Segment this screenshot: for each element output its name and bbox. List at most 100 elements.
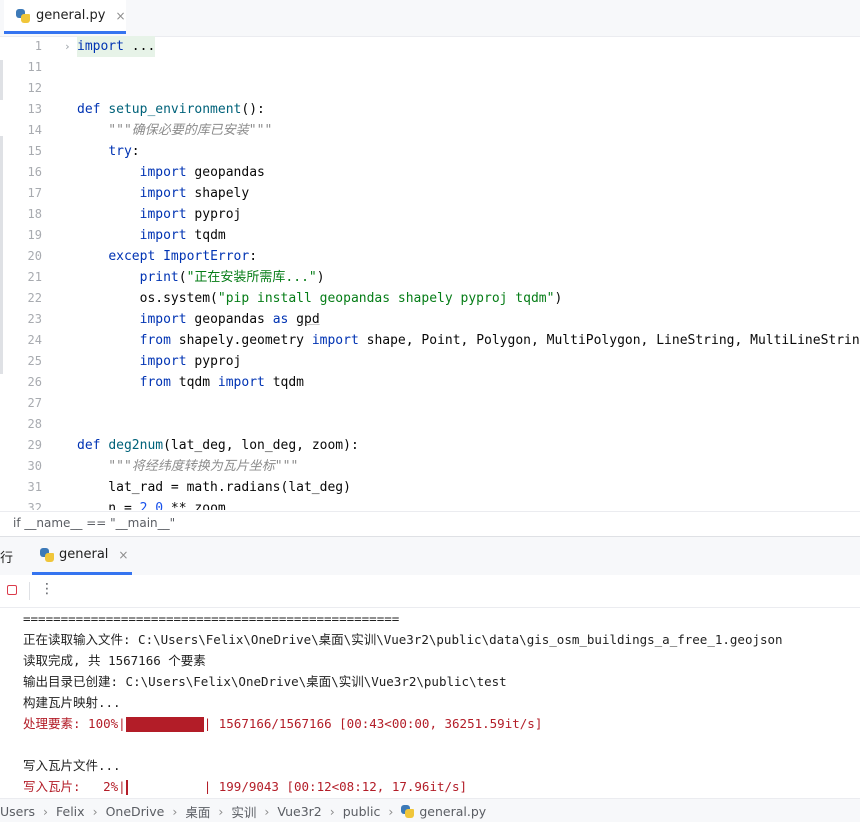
run-tool-window-header: 行 general ×	[0, 536, 860, 575]
console-line: 处理要素: 100%| | 1567166/1567166 [00:43<00:0…	[23, 713, 542, 734]
line-number: 17	[27, 186, 42, 200]
path-crumb[interactable]: Felix	[56, 804, 85, 819]
toolbar-divider	[29, 582, 30, 600]
line-number: 26	[27, 375, 42, 389]
line-number: 1	[34, 39, 42, 53]
line-number: 12	[27, 81, 42, 95]
code-breadcrumb-bar: if __name__ == "__main__"	[0, 511, 860, 536]
line-number: 16	[27, 165, 42, 179]
code-line[interactable]: 28	[0, 414, 860, 435]
code-line[interactable]: 22 os.system("pip install geopandas shap…	[0, 288, 860, 309]
console-line: 输出目录已创建: C:\Users\Felix\OneDrive\桌面\实训\V…	[23, 674, 507, 689]
breadcrumb-separator-icon: ›	[388, 804, 394, 819]
editor-tab-label: general.py	[36, 8, 106, 23]
code-line[interactable]: 23 import geopandas as gpd	[0, 309, 860, 330]
progress-bar-track	[128, 780, 204, 795]
code-line[interactable]: 32 n = 2.0 ** zoom	[0, 498, 860, 510]
console-line: 写入瓦片: 2%| | 199/9043 [00:12<08:12, 17.96i…	[23, 776, 467, 797]
line-number: 22	[27, 291, 42, 305]
console-line: 正在读取输入文件: C:\Users\Felix\OneDrive\桌面\实训\…	[23, 632, 783, 647]
console-line: 写入瓦片文件...	[23, 758, 121, 773]
code-line[interactable]: 17 import shapely	[0, 183, 860, 204]
code-text: print("正在安装所需库...")	[139, 270, 325, 285]
code-text: os.system("pip install geopandas shapely…	[77, 291, 563, 306]
line-number: 21	[27, 270, 42, 284]
code-editor[interactable]: 1 › import ... 11 12 13 def setup_environment(…	[0, 36, 860, 510]
breadcrumb-separator-icon: ›	[218, 804, 224, 819]
code-text: import geopandas	[139, 165, 265, 180]
breadcrumb-separator-icon: ›	[172, 804, 178, 819]
line-number: 30	[27, 459, 42, 473]
path-crumb[interactable]: 桌面	[185, 802, 210, 821]
progress-stats: | 1567166/1567166 [00:43<00:00, 36251.59…	[203, 716, 543, 731]
code-line[interactable]: 15 try:	[0, 141, 860, 162]
breadcrumb-separator-icon: ›	[329, 804, 335, 819]
editor-tab-bar: general.py ×	[0, 0, 860, 37]
path-crumb[interactable]: OneDrive	[106, 804, 165, 819]
code-text: import ...	[77, 36, 156, 57]
code-text: lat_rad = math.radians(lat_deg)	[77, 480, 351, 495]
code-line[interactable]: 11	[0, 57, 860, 78]
line-number: 15	[27, 144, 42, 158]
python-file-icon	[16, 8, 30, 23]
more-options-icon[interactable]: ⋮	[40, 581, 54, 597]
code-line[interactable]: 26 from tqdm import tqdm	[0, 372, 860, 393]
path-crumb[interactable]: general.py	[419, 804, 486, 819]
close-icon[interactable]: ×	[116, 9, 126, 23]
code-line[interactable]: 29 def deg2num(lat_deg, lon_deg, zoom):	[0, 435, 860, 456]
code-line[interactable]: 31 lat_rad = math.radians(lat_deg)	[0, 477, 860, 498]
code-line[interactable]: 24 from shapely.geometry import shape, P…	[0, 330, 860, 351]
code-line[interactable]: 25 import pyproj	[0, 351, 860, 372]
console-line: 读取完成, 共 1567166 个要素	[23, 653, 206, 668]
stop-icon[interactable]	[7, 585, 17, 595]
line-number: 11	[27, 60, 42, 74]
progress-label: 写入瓦片: 2%|	[23, 779, 126, 794]
line-number: 28	[27, 417, 42, 431]
code-text: try:	[108, 144, 140, 159]
breadcrumb-separator-icon: ›	[92, 804, 98, 819]
code-line[interactable]: 18 import pyproj	[0, 204, 860, 225]
code-line[interactable]: 20 except ImportError:	[0, 246, 860, 267]
line-number: 19	[27, 228, 42, 242]
path-crumb[interactable]: Vue3r2	[277, 804, 321, 819]
code-text: except ImportError:	[108, 249, 258, 264]
code-line[interactable]: 14 """确保必要的库已安装"""	[0, 120, 860, 141]
code-line[interactable]: 1 › import ...	[0, 36, 860, 57]
fold-chevron-icon[interactable]: ›	[64, 36, 71, 57]
breadcrumb-separator-icon: ›	[43, 804, 49, 819]
code-text: import shapely	[139, 186, 250, 201]
editor-tab-general-py[interactable]: general.py ×	[4, 0, 126, 34]
code-line[interactable]: 27	[0, 393, 860, 414]
path-crumb[interactable]: Users	[0, 804, 35, 819]
line-number: 20	[27, 249, 42, 263]
code-line[interactable]: 30 """将经纬度转换为瓦片坐标"""	[0, 456, 860, 477]
console-output[interactable]: ========================================…	[0, 608, 860, 798]
line-number: 14	[27, 123, 42, 137]
code-text: from tqdm import tqdm	[139, 375, 305, 390]
code-text: def deg2num(lat_deg, lon_deg, zoom):	[77, 438, 359, 453]
console-line: 构建瓦片映射...	[23, 695, 121, 710]
code-text: def setup_environment():	[77, 102, 265, 117]
line-number: 18	[27, 207, 42, 221]
code-line[interactable]: 13 def setup_environment():	[0, 99, 860, 120]
code-line[interactable]: 19 import tqdm	[0, 225, 860, 246]
line-number: 29	[27, 438, 42, 452]
run-tab-general[interactable]: general ×	[32, 537, 132, 575]
python-file-icon	[401, 805, 415, 818]
line-number: 32	[27, 501, 42, 510]
code-text: import tqdm	[139, 228, 226, 243]
close-icon[interactable]: ×	[118, 548, 128, 562]
python-run-icon	[40, 547, 54, 562]
path-crumb[interactable]: 实训	[231, 802, 256, 821]
line-number: 27	[27, 396, 42, 410]
path-breadcrumbs: Users › Felix › OneDrive › 桌面 › 实训 › Vue3r2 › public…	[0, 802, 486, 821]
code-line[interactable]: 16 import geopandas	[0, 162, 860, 183]
line-number: 31	[27, 480, 42, 494]
path-crumb[interactable]: public	[343, 804, 381, 819]
run-panel-label: 行	[0, 551, 14, 566]
code-line[interactable]: 21 print("正在安装所需库...")	[0, 267, 860, 288]
code-text: """将经纬度转换为瓦片坐标"""	[77, 459, 299, 474]
code-breadcrumb[interactable]: if __name__ == "__main__"	[13, 516, 175, 530]
code-text: import pyproj	[139, 207, 242, 222]
code-line[interactable]: 12	[0, 78, 860, 99]
